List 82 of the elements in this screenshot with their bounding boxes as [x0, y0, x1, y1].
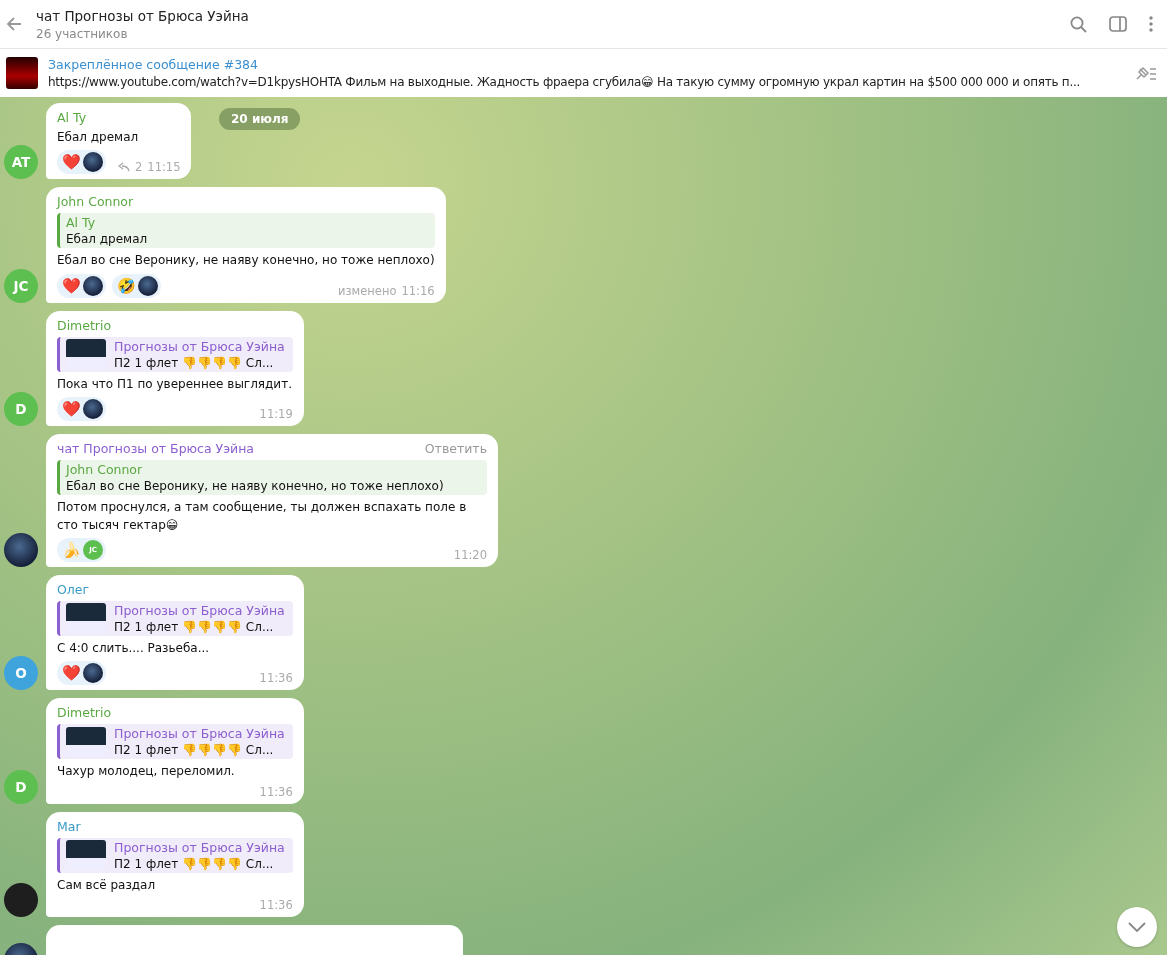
more-icon[interactable]: [1149, 16, 1153, 32]
reply-text: П2 1 флет 👎👎👎👎 Сл...: [114, 743, 275, 758]
sender-name[interactable]: Олег: [57, 581, 90, 597]
avatar[interactable]: JC: [4, 268, 38, 303]
message-text: Потом проснулся, а там сообщение, ты должен вспахать поле в сто тысяч гектар😁: [57, 499, 468, 534]
reaction-chip[interactable]: ❤: [57, 273, 106, 298]
avatar-photo-placeholder: [83, 275, 103, 296]
message-text: С 4:0 слить.... Разьеба...: [57, 639, 211, 657]
message-time: 11:19: [259, 407, 293, 422]
reaction-chip[interactable]: ❤: [57, 150, 106, 175]
reply-text: П2 1 флет 👎👎👎👎 Сл...: [114, 355, 275, 370]
reply-text: П2 1 флет 👎👎👎👎 Сл...: [114, 856, 275, 871]
reaction-chip[interactable]: ❤: [57, 661, 106, 686]
reply-link[interactable]: Ответить: [424, 441, 487, 457]
message-text: Ебал во сне Веронику, не наяву конечно, но тоже неплохо): [57, 252, 435, 270]
forwarded-reply-preview[interactable]: Прогнозы от Брюса Уэйна П2 1 флет 👎👎👎👎 Сл...: [57, 336, 293, 372]
message-time: 11:36: [259, 784, 293, 799]
message-text: Сам всё раздал: [57, 876, 157, 894]
message-time: 11:15: [147, 160, 181, 175]
message-text: Пока что П1 по увереннее выглядит.: [57, 375, 293, 393]
sender-name[interactable]: John Connor: [57, 194, 134, 210]
avatar[interactable]: D: [4, 769, 38, 804]
member-count: 26 участников: [36, 26, 129, 41]
screenshot-thumbnail: [66, 726, 106, 757]
avatar-photo-placeholder: [83, 152, 103, 173]
reply-text: Ебал дремал: [66, 232, 148, 247]
reply-author: Прогнозы от Брюса Уэйна: [114, 839, 285, 855]
message-text: Ебал дремал: [57, 129, 140, 146]
reaction-chip[interactable]: ❤: [57, 397, 106, 422]
message-text: Чахур молодец, переломил.: [57, 763, 236, 781]
forwarded-reply-preview[interactable]: Прогнозы от Брюса Уэйна П2 1 флет 👎👎👎👎 Сл...: [57, 600, 293, 636]
avatar-photo-placeholder: [83, 663, 103, 684]
avatar-photo-placeholder[interactable]: [4, 532, 38, 567]
forwarded-reply-preview[interactable]: Прогнозы от Брюса Уэйна П2 1 флет 👎👎👎👎 Сл...: [57, 724, 293, 760]
reply-author: Al Ty: [66, 215, 97, 231]
message-time: 11:20: [453, 547, 487, 562]
reply-author: John Connor: [66, 462, 144, 478]
back-arrow-icon[interactable]: [6, 17, 22, 31]
scroll-down-button[interactable]: [1117, 907, 1157, 947]
reply-author: Прогнозы от Брюса Уэйна: [114, 338, 285, 354]
message-time: 11:36: [259, 671, 293, 686]
sender-name[interactable]: чат Прогнозы от Брюса Уэйна: [57, 441, 255, 457]
screenshot-thumbnail: [66, 840, 106, 871]
reaction-emoji: 🍌: [62, 539, 81, 560]
pinned-message-text: https://www.youtube.com/watch?v=D1kpysHOHTA Фильм на выходные. Жадность фраера сгубила😁 На такую сумму огромную украл картин на $500 000 000 и опять п...: [48, 75, 1082, 89]
screenshot-thumbnail: [66, 603, 106, 634]
photo-placeholder: [6, 57, 38, 89]
chevron-down-icon: [1128, 922, 1146, 932]
share-arrow-icon: [118, 162, 130, 173]
forwarded-reply-preview[interactable]: Прогнозы от Брюса Уэйна П2 1 флет 👎👎👎👎 Сл...: [57, 837, 293, 873]
reply-text: Ебал во сне Веронику, не наяву конечно, но тоже неплохо): [66, 479, 444, 494]
pinned-title[interactable]: Закреплённое сообщение #384: [48, 57, 1125, 72]
message-time: 11:16: [401, 283, 435, 298]
reaction-emoji: ❤: [62, 275, 81, 296]
message-time: 11:36: [259, 898, 293, 913]
avatar[interactable]: [4, 883, 38, 918]
sender-name[interactable]: Dimetrio: [57, 705, 112, 721]
avatar-photo-placeholder: [83, 399, 103, 420]
avatar[interactable]: AT: [4, 145, 38, 180]
reply-quote[interactable]: John Connor Ебал во сне Веронику, не наяву конечно, но тоже неплохо): [57, 460, 487, 496]
chat-title: чат Прогнозы от Брюса Уэйна: [36, 7, 250, 24]
search-icon[interactable]: [1070, 15, 1087, 33]
sender-name[interactable]: Al Ty: [57, 110, 87, 125]
avatar[interactable]: O: [4, 656, 38, 691]
reaction-emoji: ❤: [62, 152, 81, 173]
sender-name[interactable]: Mar: [57, 818, 81, 834]
date-badge: 20 июля: [219, 108, 301, 130]
reaction-emoji: ❤: [62, 399, 81, 420]
reply-quote[interactable]: Al Ty Ебал дремал: [57, 213, 435, 249]
sender-name[interactable]: Dimetrio: [57, 317, 112, 333]
screenshot-thumbnail: [66, 339, 106, 370]
sidebar-icon[interactable]: [1109, 16, 1127, 32]
reply-author: Прогнозы от Брюса Уэйна: [114, 726, 285, 742]
avatar[interactable]: D: [4, 392, 38, 427]
reply-text: П2 1 флет 👎👎👎👎 Сл...: [114, 619, 275, 634]
unpin-list-icon[interactable]: [1135, 65, 1157, 81]
reply-author: Прогнозы от Брюса Уэйна: [114, 602, 285, 618]
avatar-photo-placeholder: [138, 275, 158, 296]
reaction-emoji: ❤: [62, 663, 81, 684]
forward-count: 2: [135, 160, 143, 175]
edited-label: изменено: [337, 283, 397, 298]
reaction-emoji: 🤣: [117, 275, 136, 296]
